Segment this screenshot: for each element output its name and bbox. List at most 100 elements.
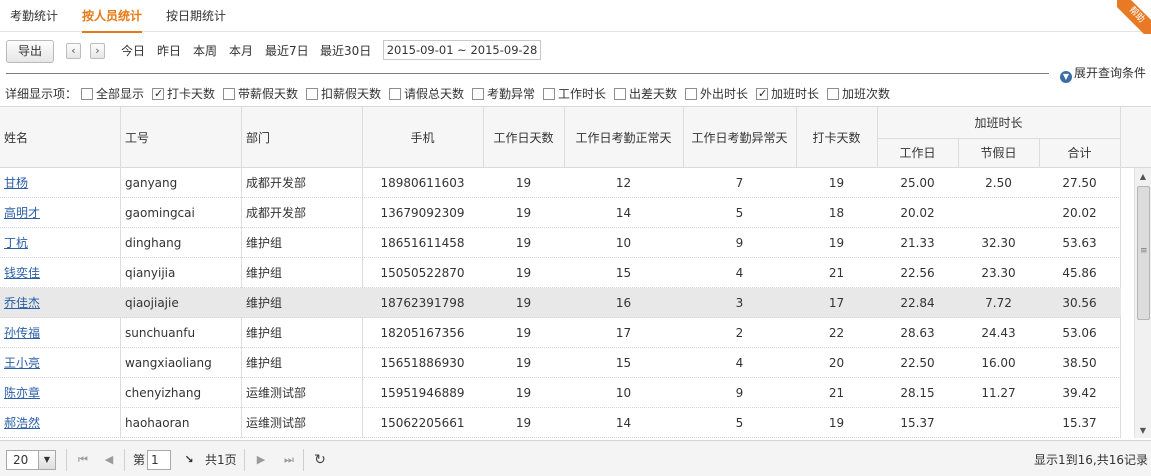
cell-name[interactable]: 钱奕佳 bbox=[4, 258, 116, 288]
col-header-phone[interactable]: 手机 bbox=[362, 130, 483, 146]
cell-workdays: 19 bbox=[515, 386, 532, 400]
checkbox[interactable] bbox=[223, 88, 235, 100]
quick-last-30-days[interactable]: 最近30日 bbox=[320, 43, 371, 59]
scroll-thumb[interactable]: ≡ bbox=[1137, 186, 1150, 320]
cell-id: qiaojiajie bbox=[125, 296, 179, 310]
cell-phone: 15062205661 bbox=[380, 416, 465, 430]
page-size-select[interactable]: 20 ▼ bbox=[6, 450, 56, 470]
scroll-up-icon[interactable]: ▲ bbox=[1138, 172, 1148, 182]
header-divider bbox=[878, 138, 1120, 139]
last-page-icon[interactable]: ⏭ bbox=[281, 451, 297, 469]
cell-name[interactable]: 高明才 bbox=[4, 198, 116, 228]
cell-normal-days: 15 bbox=[615, 356, 632, 370]
quick-yesterday[interactable]: 昨日 bbox=[157, 43, 181, 59]
date-range-input[interactable]: 2015-09-01 ~ 2015-09-28 bbox=[383, 40, 541, 60]
cell-ot-workday: 28.63 bbox=[900, 326, 935, 340]
col-header-normal-days[interactable]: 工作日考勤正常天 bbox=[564, 130, 683, 146]
cell-ot-total: 15.37 bbox=[1062, 416, 1097, 430]
next-period-button[interactable]: › bbox=[90, 43, 105, 59]
cell-ot-total: 20.02 bbox=[1062, 206, 1097, 220]
checkbox[interactable] bbox=[389, 88, 401, 100]
cell-name[interactable]: 孙传福 bbox=[4, 318, 116, 348]
option-paid-leave[interactable]: 带薪假天数 bbox=[223, 86, 298, 102]
table-scrollbar[interactable]: ▲ ≡ ▼ bbox=[1134, 168, 1151, 438]
col-header-punch-days[interactable]: 打卡天数 bbox=[796, 130, 877, 146]
cell-ot-total: 39.42 bbox=[1062, 386, 1097, 400]
cell-name[interactable]: 郝浩然 bbox=[4, 408, 116, 438]
cell-workdays: 19 bbox=[515, 206, 532, 220]
prev-page-icon[interactable]: ◀ bbox=[101, 451, 117, 469]
cell-name[interactable]: 王小亮 bbox=[4, 348, 116, 378]
expand-query-button[interactable]: ▼ 展开查询条件 bbox=[1060, 65, 1146, 83]
table-row[interactable]: 孙传福 sunchuanfu 维护组 18205167356 19 17 2 22 28.63 2… bbox=[0, 318, 1121, 348]
cell-name[interactable]: 甘杨 bbox=[4, 168, 116, 198]
col-header-ot-workday[interactable]: 工作日 bbox=[877, 145, 958, 161]
table-header: 姓名 工号 部门 手机 工作日天数 工作日考勤正常天 工作日考勤异常天 打卡天数… bbox=[0, 106, 1151, 168]
option-business-trip[interactable]: 出差天数 bbox=[614, 86, 677, 102]
option-work-hours[interactable]: 工作时长 bbox=[543, 86, 606, 102]
table-row[interactable]: 甘杨 ganyang 成都开发部 18980611603 19 12 7 19 25.00 2.5… bbox=[0, 168, 1121, 198]
cell-name[interactable]: 陈亦章 bbox=[4, 378, 116, 408]
tab-attendance-stats[interactable]: 考勤统计 bbox=[10, 0, 58, 32]
cell-phone: 18205167356 bbox=[380, 326, 465, 340]
cell-normal-days: 16 bbox=[615, 296, 632, 310]
option-overtime-hours[interactable]: 加班时长 bbox=[756, 86, 819, 102]
option-total-leave[interactable]: 请假总天数 bbox=[389, 86, 464, 102]
option-attendance-abnormal[interactable]: 考勤异常 bbox=[472, 86, 535, 102]
first-page-icon[interactable]: ⏮ bbox=[75, 451, 91, 469]
checkbox-checked[interactable] bbox=[152, 86, 164, 102]
scroll-down-icon[interactable]: ▼ bbox=[1138, 426, 1148, 436]
cell-punch-days: 19 bbox=[828, 416, 845, 430]
checkbox-checked[interactable] bbox=[756, 86, 768, 102]
cell-name[interactable]: 乔佳杰 bbox=[4, 288, 116, 318]
checkbox[interactable] bbox=[543, 88, 555, 100]
col-header-workdays[interactable]: 工作日天数 bbox=[483, 130, 564, 146]
col-header-ot-total[interactable]: 合计 bbox=[1039, 145, 1120, 161]
quick-last-7-days[interactable]: 最近7日 bbox=[265, 43, 309, 59]
col-header-overtime-group: 加班时长 bbox=[974, 116, 1023, 130]
table-row[interactable]: 高明才 gaomingcai 成都开发部 13679092309 19 14 5 18 20.0… bbox=[0, 198, 1121, 228]
col-header-name[interactable]: 姓名 bbox=[4, 130, 28, 146]
refresh-icon[interactable]: ↻ bbox=[312, 451, 328, 469]
table-row[interactable]: 丁杭 dinghang 维护组 18651611458 19 10 9 19 21.33 32.3… bbox=[0, 228, 1121, 258]
export-button[interactable]: 导出 bbox=[6, 40, 54, 63]
col-header-dept[interactable]: 部门 bbox=[246, 130, 270, 146]
quick-today[interactable]: 今日 bbox=[121, 43, 145, 59]
table-row[interactable]: 王小亮 wangxiaoliang 维护组 15651886930 19 15 4 20 22.… bbox=[0, 348, 1121, 378]
checkbox[interactable] bbox=[472, 88, 484, 100]
option-punch-days[interactable]: 打卡天数 bbox=[152, 86, 215, 102]
checkbox[interactable] bbox=[685, 88, 697, 100]
go-arrow-icon[interactable]: ↘ bbox=[181, 451, 197, 469]
quick-this-week[interactable]: 本周 bbox=[193, 43, 217, 59]
option-overtime-count[interactable]: 加班次数 bbox=[827, 86, 890, 102]
help-corner-badge[interactable]: 帮助 bbox=[1117, 0, 1151, 34]
option-outing-hours[interactable]: 外出时长 bbox=[685, 86, 748, 102]
col-header-abnormal-days[interactable]: 工作日考勤异常天 bbox=[683, 130, 796, 146]
option-unpaid-leave[interactable]: 扣薪假天数 bbox=[306, 86, 381, 102]
quick-this-month[interactable]: 本月 bbox=[229, 43, 253, 59]
checkbox[interactable] bbox=[614, 88, 626, 100]
table-row[interactable]: 乔佳杰 qiaojiajie 维护组 18762391798 19 16 3 17 22.84 7… bbox=[0, 288, 1121, 318]
tab-by-date[interactable]: 按日期统计 bbox=[166, 0, 226, 32]
cell-ot-workday: 21.33 bbox=[900, 236, 935, 250]
cell-ot-holiday bbox=[958, 198, 1039, 228]
checkbox[interactable] bbox=[306, 88, 318, 100]
cell-id: chenyizhang bbox=[125, 386, 202, 400]
dropdown-arrow-icon[interactable]: ▼ bbox=[38, 451, 55, 469]
cell-workdays: 19 bbox=[515, 176, 532, 190]
cell-name[interactable]: 丁杭 bbox=[4, 228, 116, 258]
checkbox[interactable] bbox=[827, 88, 839, 100]
cell-id: qianyijia bbox=[125, 266, 176, 280]
table-row[interactable]: 钱奕佳 qianyijia 维护组 15050522870 19 15 4 21 22.56 23… bbox=[0, 258, 1121, 288]
col-header-ot-holiday[interactable]: 节假日 bbox=[958, 145, 1039, 161]
page-number-input[interactable]: 1 bbox=[147, 450, 171, 470]
table-row[interactable]: 郝浩然 haohaoran 运维测试部 15062205661 19 14 5 19 15.37… bbox=[0, 408, 1121, 438]
checkbox[interactable] bbox=[81, 88, 93, 100]
option-show-all[interactable]: 全部显示 bbox=[81, 86, 144, 102]
next-page-icon[interactable]: ▶ bbox=[253, 451, 269, 469]
tab-by-person[interactable]: 按人员统计 bbox=[82, 0, 143, 33]
col-header-id[interactable]: 工号 bbox=[125, 130, 149, 146]
cell-id: haohaoran bbox=[125, 416, 190, 430]
table-row[interactable]: 陈亦章 chenyizhang 运维测试部 15951946889 19 10 9 21 28.… bbox=[0, 378, 1121, 408]
prev-period-button[interactable]: ‹ bbox=[66, 43, 81, 59]
